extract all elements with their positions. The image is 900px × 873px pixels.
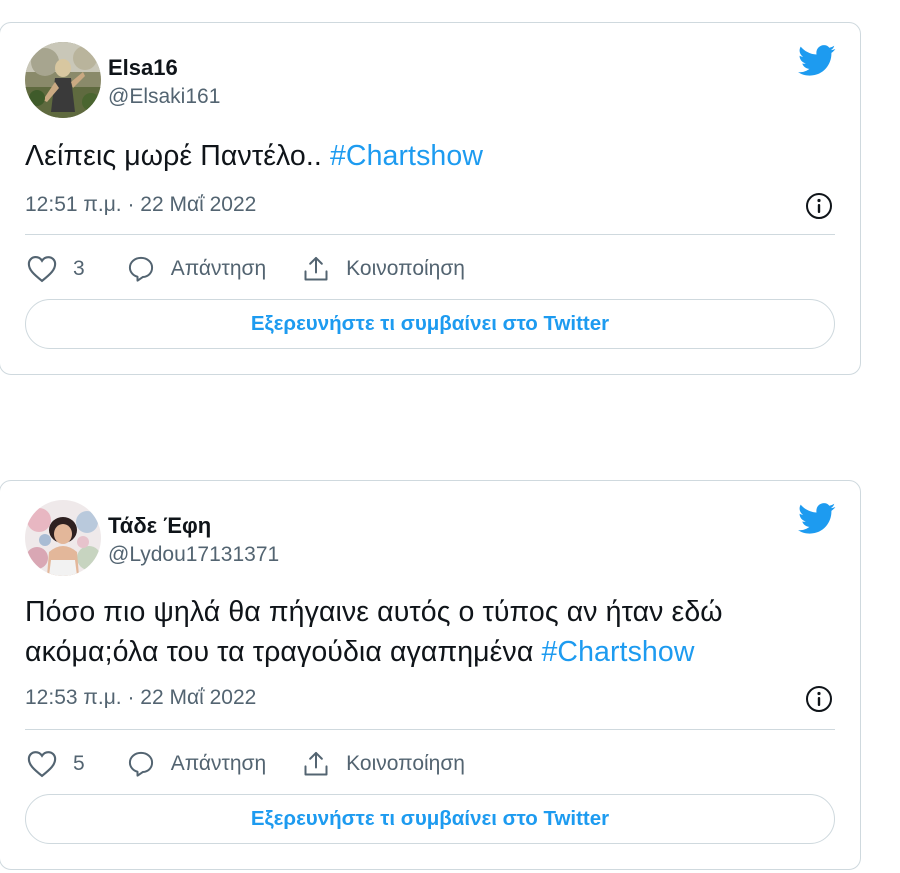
heart-icon (27, 751, 57, 778)
reply-icon (128, 751, 153, 777)
tweet-card[interactable]: Τάδε Έφη @Lydou17131371 Πόσο πιο ψηλά θα… (0, 480, 861, 870)
tweet-timestamp[interactable]: 12:51 π.μ. · 22 Μαΐ 2022 (25, 193, 256, 217)
hashtag-link[interactable]: #Chartshow (541, 636, 694, 668)
tweet-text: Πόσο πιο ψηλά θα πήγαινε αυτός ο τύπος α… (25, 592, 835, 672)
share-label: Κοινοποίηση (346, 257, 465, 280)
info-icon[interactable] (805, 192, 833, 225)
reply-icon (128, 256, 153, 282)
share-icon (304, 256, 328, 281)
reply-label: Απάντηση (170, 257, 267, 280)
reply-button[interactable]: Απάντηση (127, 255, 266, 283)
author-handle[interactable]: @Lydou17131371 (108, 543, 279, 567)
hashtag-link[interactable]: #Chartshow (330, 140, 483, 172)
avatar[interactable] (25, 42, 101, 118)
reply-label: Απάντηση (170, 752, 267, 775)
explore-twitter-button[interactable]: Εξερευνήστε τι συμβαίνει στο Twitter (25, 299, 835, 349)
like-button[interactable]: 3 (27, 255, 91, 283)
like-count: 5 (73, 752, 85, 775)
explore-twitter-button[interactable]: Εξερευνήστε τι συμβαίνει στο Twitter (25, 794, 835, 844)
tweet-timestamp[interactable]: 12:53 π.μ. · 22 Μαΐ 2022 (25, 686, 256, 710)
heart-icon (27, 256, 57, 283)
like-button[interactable]: 5 (27, 750, 91, 778)
avatar[interactable] (25, 500, 101, 576)
share-label: Κοινοποίηση (346, 752, 465, 775)
author-name[interactable]: Elsa16 (108, 55, 178, 81)
tweet-actions: 3 Απάντηση Κοινοποίηση (27, 254, 501, 284)
info-icon[interactable] (805, 685, 833, 718)
tweet-text: Λείπεις μωρέ Παντέλο.. #Chartshow (25, 136, 835, 176)
author-name[interactable]: Τάδε Έφη (108, 513, 211, 539)
reply-button[interactable]: Απάντηση (127, 750, 266, 778)
tweet-actions: 5 Απάντηση Κοινοποίηση (27, 749, 501, 779)
divider (25, 729, 835, 730)
like-count: 3 (73, 257, 85, 280)
twitter-bird-icon[interactable] (798, 503, 836, 540)
share-button[interactable]: Κοινοποίηση (302, 750, 465, 778)
tweet-card[interactable]: Elsa16 @Elsaki161 Λείπεις μωρέ Παντέλο..… (0, 22, 861, 375)
share-icon (304, 751, 328, 776)
tweet-body: Λείπεις μωρέ Παντέλο.. (25, 140, 330, 172)
share-button[interactable]: Κοινοποίηση (302, 255, 465, 283)
twitter-bird-icon[interactable] (798, 45, 836, 82)
divider (25, 234, 835, 235)
author-handle[interactable]: @Elsaki161 (108, 85, 220, 109)
